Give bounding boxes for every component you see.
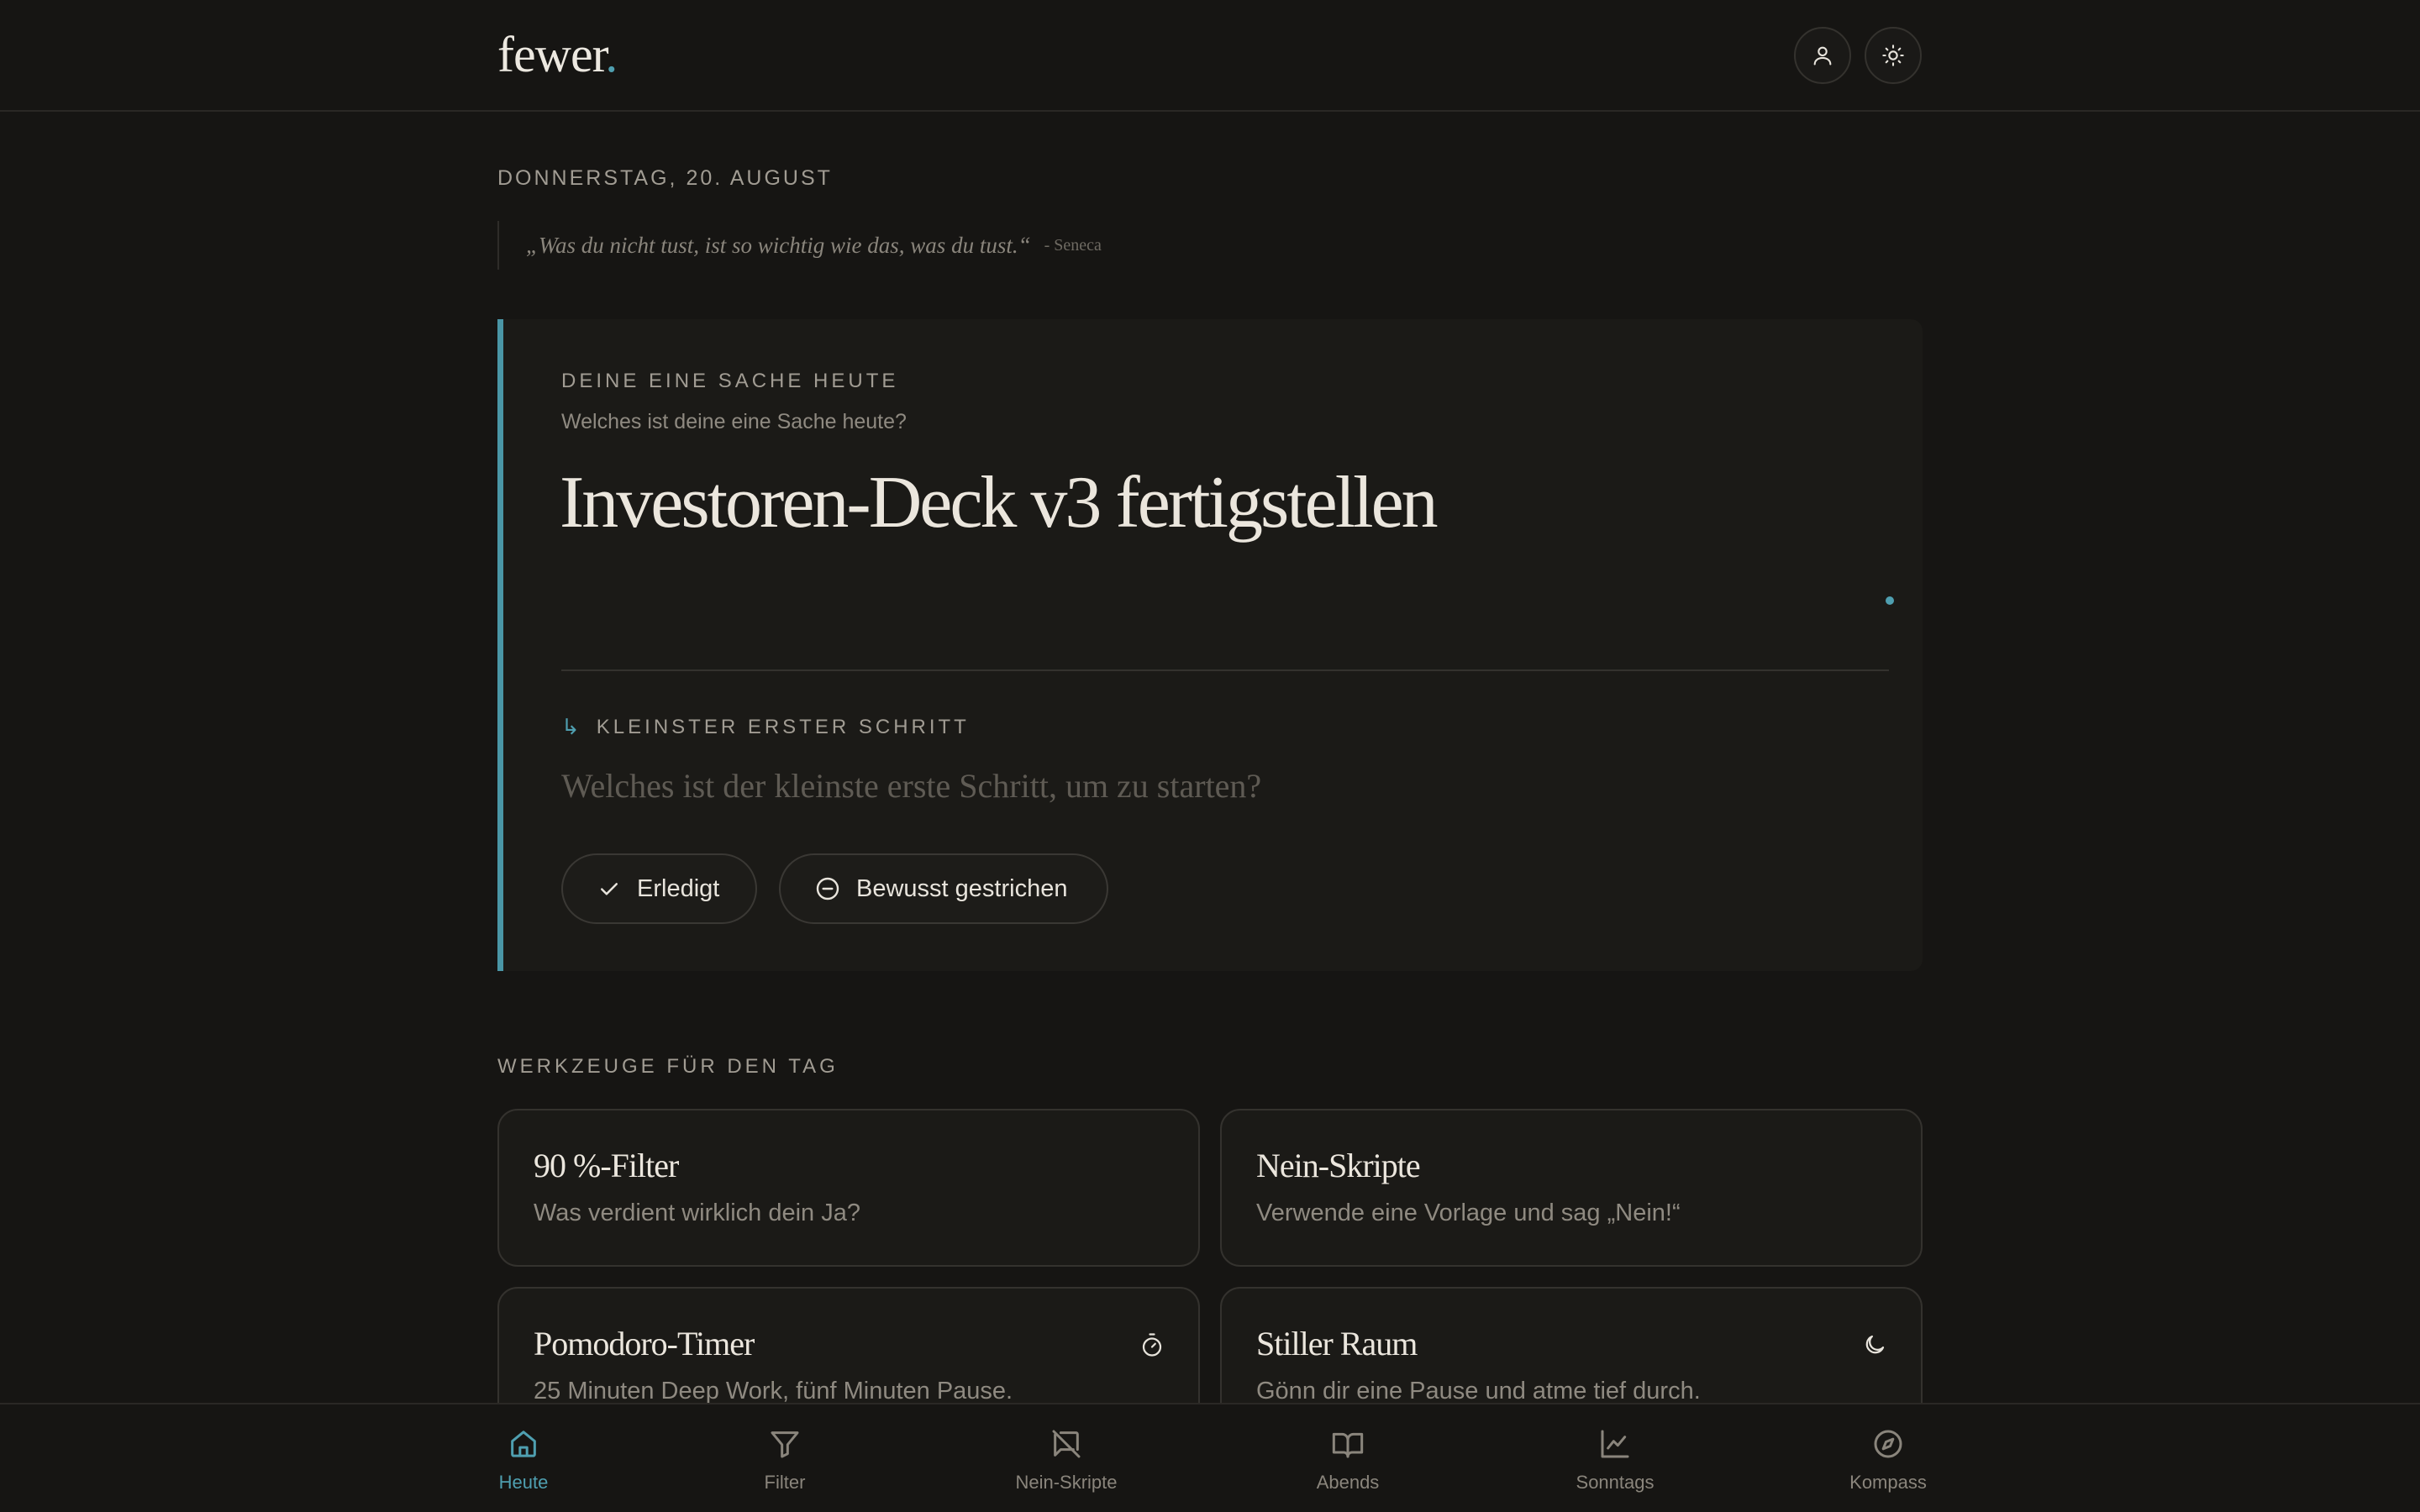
tool-description: Gönn dir eine Pause und atme tief durch.	[1256, 1378, 1701, 1404]
tool-title: 90 %-Filter	[534, 1147, 679, 1184]
one-thing-card: DEINE EINE SACHE HEUTE Welches ist deine…	[497, 319, 1923, 971]
one-thing-title[interactable]: Investoren-Deck v3 fertigstellen	[560, 460, 1439, 545]
status-dot	[1886, 596, 1894, 605]
user-icon	[1813, 46, 1832, 66]
nav-label: Abends	[1316, 1472, 1380, 1493]
compass-icon	[1871, 1423, 1905, 1465]
nav-label: Filter	[764, 1472, 806, 1493]
tool-description: Verwende eine Vorlage und sag „Nein!“	[1256, 1200, 1681, 1226]
message-off-icon	[1050, 1423, 1083, 1465]
account-button[interactable]	[1794, 27, 1851, 84]
one-thing-question: Welches ist deine eine Sache heute?	[561, 410, 907, 433]
tool-title: Pomodoro-Timer	[534, 1325, 755, 1362]
nav-label: Kompass	[1849, 1472, 1927, 1493]
current-date: DONNERSTAG, 20. AUGUST	[497, 166, 833, 190]
theme-toggle-button[interactable]	[1865, 27, 1922, 84]
nav-label: Sonntags	[1576, 1472, 1655, 1493]
check-icon	[597, 876, 622, 901]
tool-title: Stiller Raum	[1256, 1325, 1418, 1362]
tool-card-no-scripts[interactable]: Nein-Skripte Verwende eine Vorlage und s…	[1220, 1109, 1923, 1267]
sun-icon	[1882, 45, 1904, 66]
tool-title: Nein-Skripte	[1256, 1147, 1421, 1184]
minus-circle-icon	[814, 875, 841, 902]
app-logo[interactable]: fewer.	[497, 25, 618, 84]
quote-author: - Seneca	[1044, 235, 1102, 255]
consciously-dropped-label: Bewusst gestrichen	[856, 874, 1068, 902]
nav-item-filter[interactable]: Filter	[701, 1423, 869, 1494]
first-step-label: ↳ KLEINSTER ERSTER SCHRITT	[561, 714, 970, 740]
timer-icon	[1139, 1332, 1165, 1362]
quote-text: „Was du nicht tust, ist so wichtig wie d…	[526, 232, 1031, 258]
bottom-navigation: Heute Filter Nein-Skripte Abends Sonntag…	[0, 1403, 2420, 1512]
first-step-label-text: KLEINSTER ERSTER SCHRITT	[596, 715, 970, 738]
done-button-label: Erledigt	[637, 874, 720, 902]
consciously-dropped-button[interactable]: Bewusst gestrichen	[779, 853, 1108, 924]
nav-label: Heute	[498, 1472, 549, 1493]
nav-item-kompass[interactable]: Kompass	[1804, 1423, 1972, 1494]
tool-description: Was verdient wirklich dein Ja?	[534, 1200, 860, 1226]
return-arrow-icon: ↳	[561, 714, 580, 739]
one-thing-label: DEINE EINE SACHE HEUTE	[561, 370, 899, 392]
daily-quote: „Was du nicht tust, ist so wichtig wie d…	[497, 221, 1102, 270]
nav-label: Nein-Skripte	[1015, 1472, 1118, 1493]
filter-icon	[768, 1423, 802, 1465]
done-button[interactable]: Erledigt	[561, 853, 757, 924]
nav-item-abends[interactable]: Abends	[1264, 1423, 1432, 1494]
moon-icon	[1862, 1332, 1887, 1362]
tool-description: 25 Minuten Deep Work, fünf Minuten Pause…	[534, 1378, 1013, 1404]
tool-card-90-filter[interactable]: 90 %-Filter Was verdient wirklich dein J…	[497, 1109, 1200, 1267]
tools-section-label: WERKZEUGE FÜR DEN TAG	[497, 1055, 839, 1078]
nav-item-nein-skripte[interactable]: Nein-Skripte	[982, 1423, 1150, 1494]
home-icon	[507, 1423, 540, 1465]
first-step-input[interactable]	[561, 756, 1889, 815]
nav-item-heute[interactable]: Heute	[439, 1423, 608, 1494]
nav-item-sonntags[interactable]: Sonntags	[1531, 1423, 1699, 1494]
chart-icon	[1598, 1423, 1632, 1465]
divider	[561, 669, 1889, 671]
top-bar: fewer.	[0, 0, 2420, 112]
book-icon	[1331, 1423, 1365, 1465]
